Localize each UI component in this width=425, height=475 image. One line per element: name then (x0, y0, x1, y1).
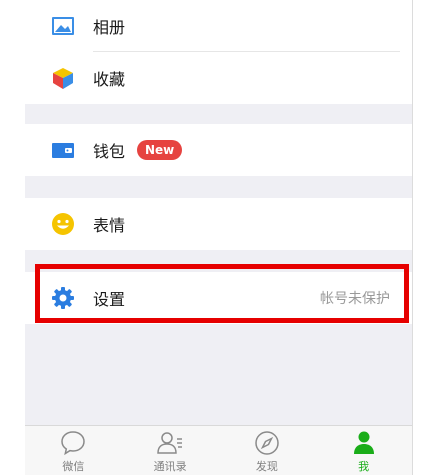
contacts-icon (157, 432, 183, 454)
tab-chats-label: 微信 (62, 460, 85, 473)
tab-me[interactable]: 我 (324, 426, 404, 475)
menu-item-favorites-label: 收藏 (93, 70, 126, 89)
menu-item-stickers-label: 表情 (93, 216, 126, 235)
menu-item-settings-label: 设置 (93, 290, 126, 309)
tab-discover-label: 发现 (255, 460, 278, 473)
menu-item-album[interactable]: 相册 (25, 0, 412, 52)
gear-icon (52, 287, 74, 309)
me-screen: 相册 收藏 钱包 New 表情 设置 帐号未保护 微信 通讯录 发现 我 (25, 0, 412, 475)
menu-item-wallet-label: 钱包 (93, 142, 126, 161)
wallet-icon (52, 143, 74, 158)
screen-edge (412, 0, 413, 475)
compass-icon (255, 431, 279, 455)
menu-item-settings[interactable]: 设置 帐号未保护 (25, 272, 412, 324)
tab-chats[interactable]: 微信 (33, 426, 113, 475)
menu-item-album-label: 相册 (93, 18, 126, 37)
smiley-icon (52, 213, 74, 235)
tab-contacts-label: 通讯录 (153, 460, 187, 473)
me-icon (353, 431, 374, 454)
favorites-cube-icon (53, 68, 73, 89)
chat-bubble-icon (61, 431, 86, 456)
account-unprotected-note: 帐号未保护 (320, 291, 390, 307)
menu-item-wallet[interactable]: 钱包 New (25, 124, 412, 176)
tab-me-label: 我 (358, 460, 370, 473)
bottom-tab-bar: 微信 通讯录 发现 我 (25, 425, 412, 475)
tab-discover[interactable]: 发现 (227, 426, 307, 475)
new-badge: New (137, 140, 183, 160)
album-icon (52, 17, 74, 35)
tab-contacts[interactable]: 通讯录 (130, 426, 210, 475)
menu-item-favorites[interactable]: 收藏 (25, 52, 412, 104)
menu-item-stickers[interactable]: 表情 (25, 198, 412, 250)
